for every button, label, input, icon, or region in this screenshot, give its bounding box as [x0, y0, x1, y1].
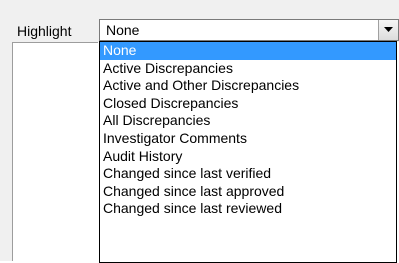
dropdown-option[interactable]: Changed since last reviewed — [100, 200, 396, 218]
dropdown-option[interactable]: Changed since last approved — [100, 183, 396, 201]
dropdown-option[interactable]: None — [100, 42, 396, 60]
highlight-select[interactable]: None — [99, 19, 399, 41]
chevron-down-icon — [384, 27, 393, 32]
content-panel — [12, 42, 98, 261]
dropdown-option[interactable]: Active and Other Discrepancies — [100, 77, 396, 95]
highlight-label: Highlight — [17, 23, 72, 39]
highlight-dropdown-list[interactable]: None Active Discrepancies Active and Other… — [99, 41, 397, 263]
highlight-select-value: None — [106, 22, 140, 38]
dropdown-option[interactable]: Investigator Comments — [100, 130, 396, 148]
dropdown-option[interactable]: Audit History — [100, 148, 396, 166]
dropdown-option[interactable]: Active Discrepancies — [100, 60, 396, 78]
dropdown-option[interactable]: All Discrepancies — [100, 112, 396, 130]
dropdown-option[interactable]: Changed since last verified — [100, 165, 396, 183]
highlight-dropdown-button[interactable] — [378, 20, 398, 40]
dropdown-option[interactable]: Closed Discrepancies — [100, 95, 396, 113]
